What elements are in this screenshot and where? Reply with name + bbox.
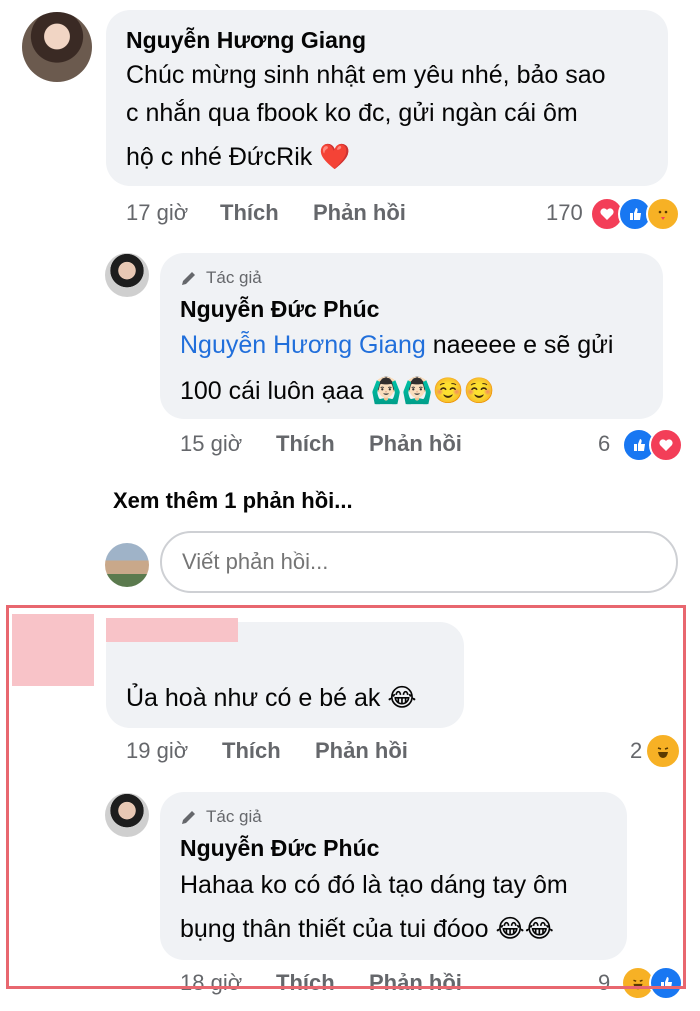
reaction-count[interactable]: 170 xyxy=(546,200,583,226)
heart-emoji: ❤️ xyxy=(319,143,351,171)
comment-text: hộ c nhé ĐứcRik xyxy=(126,143,313,171)
reply-text-line: Hahaa ko có đó là tạo dáng tay ôm xyxy=(180,871,568,899)
reply-text-line: 100 cái luôn ạaa 🙆🏻‍♂️🙆🏻‍♂️☺️☺️ xyxy=(180,372,495,410)
pencil-icon xyxy=(182,272,195,285)
avatar xyxy=(105,543,149,587)
avatar[interactable] xyxy=(105,253,149,297)
avatar[interactable] xyxy=(22,12,92,82)
like-icon xyxy=(649,966,683,1000)
reaction-count[interactable]: 6 xyxy=(598,431,610,457)
reply-text: naeeee e sẽ gửi xyxy=(425,331,614,359)
like-button[interactable]: Thích xyxy=(222,738,281,764)
comment-text-line: hộ c nhé ĐứcRik ❤️ xyxy=(126,138,350,176)
author-tag: Tác giả xyxy=(206,807,262,826)
emoji: 🙆🏻‍♂️ xyxy=(401,377,433,405)
laugh-emoji: 😂 xyxy=(495,915,525,943)
author-badge: Tác giả xyxy=(180,268,262,288)
mention-link[interactable]: Nguyễn Hương Giang xyxy=(180,331,426,359)
author-badge: Tác giả xyxy=(180,807,262,827)
laugh-emoji: 😂 xyxy=(387,684,417,712)
comment-time[interactable]: 19 giờ xyxy=(126,738,188,764)
comment-text: Ủa hoà như có e bé ak xyxy=(126,684,381,712)
reply-button[interactable]: Phản hồi xyxy=(369,431,462,457)
reply-button[interactable]: Phản hồi xyxy=(315,738,408,764)
pencil-icon xyxy=(182,811,195,824)
reaction-count[interactable]: 9 xyxy=(598,970,610,996)
comment-text-line: c nhắn qua fbook ko đc, gửi ngàn cái ôm xyxy=(126,99,578,127)
reply-text: bụng thân thiết của tui đóoo xyxy=(180,915,489,943)
reply-button[interactable]: Phản hồi xyxy=(369,970,462,996)
haha-icon xyxy=(645,733,681,769)
redacted-name xyxy=(106,618,238,642)
laugh-emoji: 😂 xyxy=(524,915,554,943)
reply-button[interactable]: Phản hồi xyxy=(313,200,406,226)
reply-text: 100 cái luôn ạaa xyxy=(180,377,364,405)
like-button[interactable]: Thích xyxy=(220,200,279,226)
comment-author[interactable]: Nguyễn Hương Giang xyxy=(126,27,366,54)
emoji: ☺️ xyxy=(463,377,495,405)
heart-icon xyxy=(649,428,683,462)
emoji: 🙆🏻‍♂️ xyxy=(370,377,402,405)
emoji: ☺️ xyxy=(432,377,464,405)
comment-text-line: Chúc mừng sinh nhật em yêu nhé, bảo sao xyxy=(126,61,606,89)
reply-time[interactable]: 15 giờ xyxy=(180,431,242,457)
see-more-replies[interactable]: Xem thêm 1 phản hồi... xyxy=(113,488,353,514)
redacted-avatar xyxy=(12,614,94,686)
avatar[interactable] xyxy=(105,793,149,837)
reaction-count[interactable]: 2 xyxy=(630,738,642,764)
like-button[interactable]: Thích xyxy=(276,431,335,457)
reply-author[interactable]: Nguyễn Đức Phúc xyxy=(180,835,379,862)
care-icon xyxy=(646,197,680,231)
reply-time[interactable]: 18 giờ xyxy=(180,970,242,996)
comment-time[interactable]: 17 giờ xyxy=(126,200,188,226)
comment-text-line: Ủa hoà như có e bé ak 😂 xyxy=(126,679,417,717)
reply-author[interactable]: Nguyễn Đức Phúc xyxy=(180,296,379,323)
like-button[interactable]: Thích xyxy=(276,970,335,996)
reply-text-line: bụng thân thiết của tui đóoo 😂😂 xyxy=(180,910,554,948)
reply-text-line: Nguyễn Hương Giang naeeee e sẽ gửi xyxy=(180,326,613,364)
reply-input[interactable] xyxy=(160,531,678,593)
author-tag: Tác giả xyxy=(206,268,262,287)
